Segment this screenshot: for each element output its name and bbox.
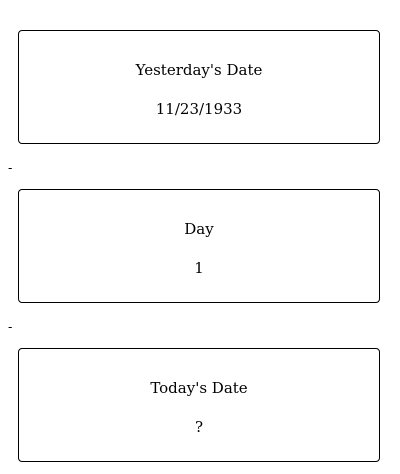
yesterday-date-label: Yesterday's Date	[135, 61, 263, 79]
today-date-value: ?	[194, 418, 204, 436]
yesterday-date-card: Yesterday's Date 11/23/1933	[18, 30, 380, 144]
day-label: Day	[184, 220, 214, 238]
day-card: Day 1	[18, 189, 380, 303]
today-date-label: Today's Date	[150, 379, 248, 397]
separator-dash: -	[8, 161, 13, 176]
today-date-card: Today's Date ?	[18, 348, 380, 462]
separator-dash: -	[8, 320, 13, 335]
yesterday-date-value: 11/23/1933	[155, 100, 243, 118]
day-value: 1	[194, 259, 204, 277]
